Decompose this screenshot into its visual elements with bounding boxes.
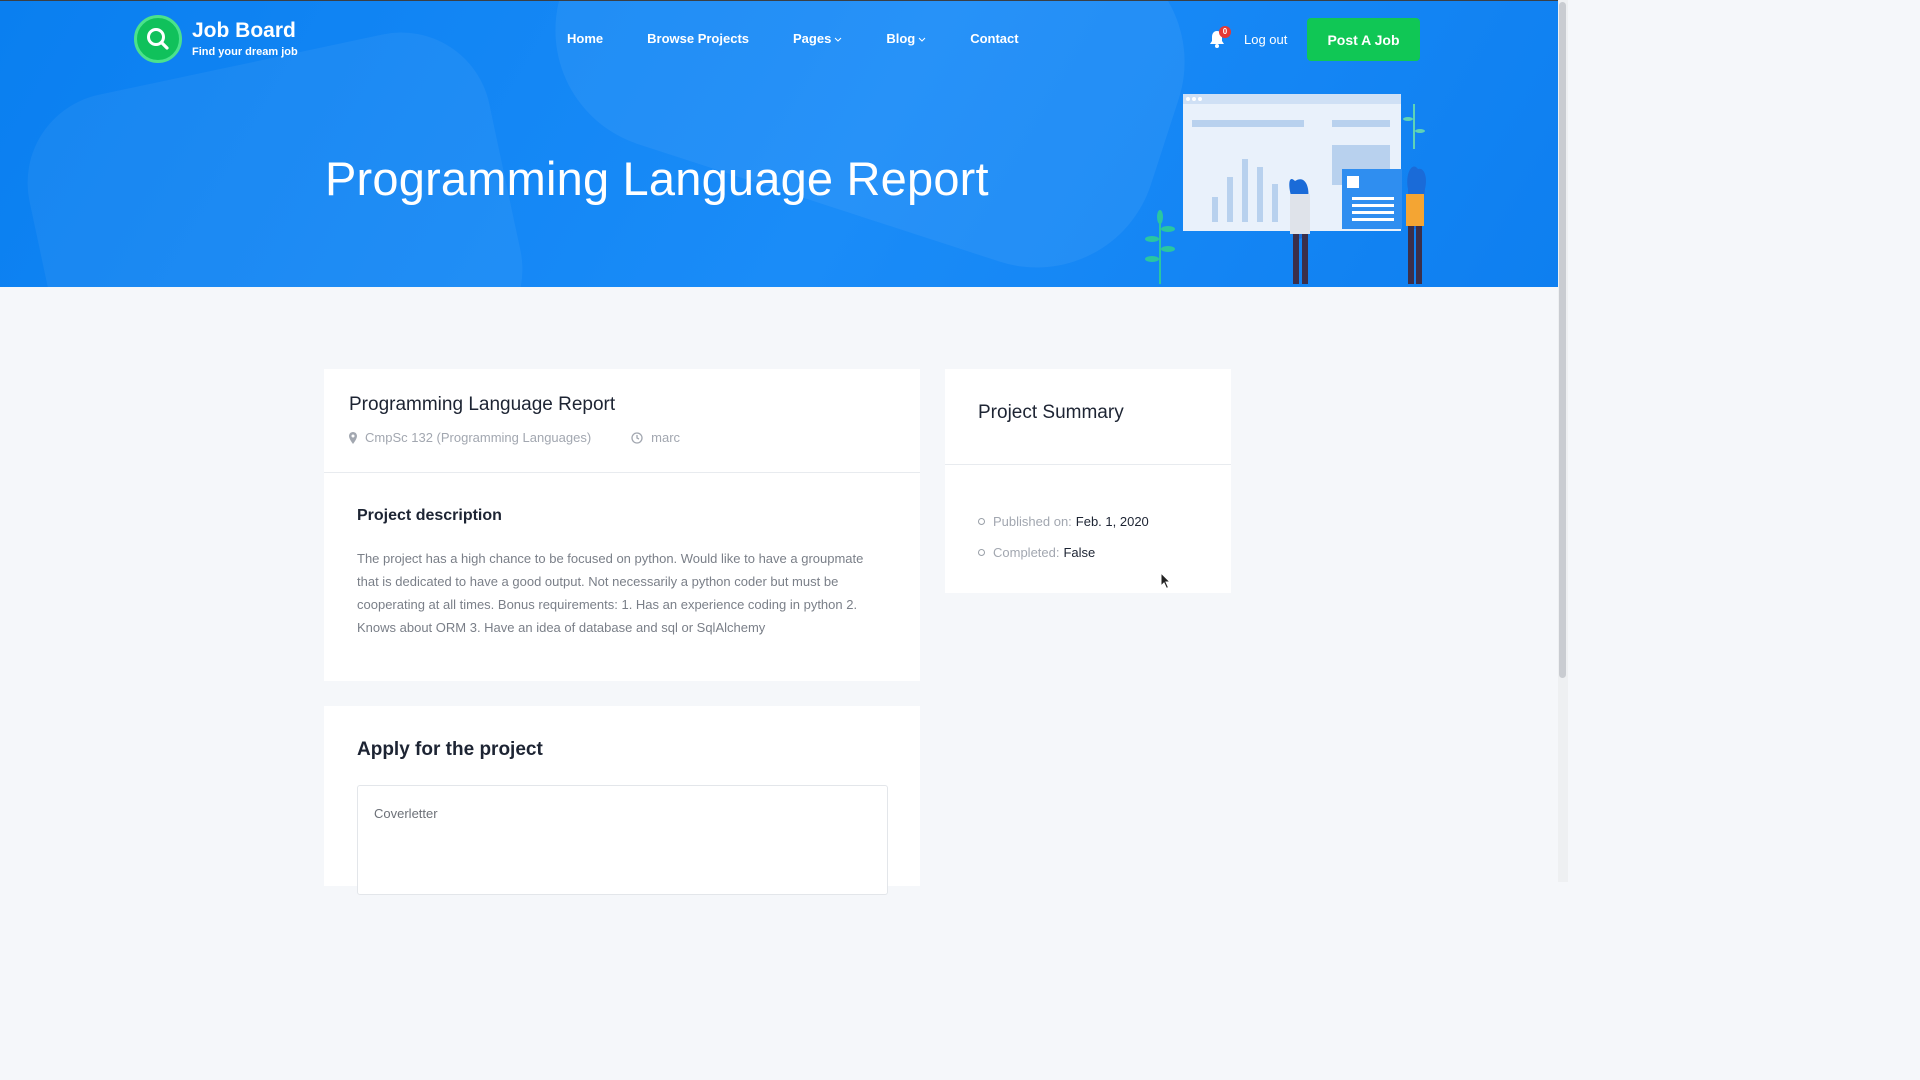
- main-nav: Home Browse Projects Pages Blog Contact: [567, 31, 1063, 46]
- apply-heading: Apply for the project: [357, 739, 543, 760]
- summary-heading: Project Summary: [978, 402, 1124, 423]
- apply-card: Apply for the project: [324, 706, 920, 895]
- coverletter-field[interactable]: [357, 785, 888, 895]
- map-pin-icon: [349, 431, 357, 444]
- nav-browse-projects[interactable]: Browse Projects: [647, 31, 749, 46]
- post-job-button[interactable]: Post A Job: [1307, 18, 1420, 61]
- clock-icon: [631, 431, 643, 444]
- project-title: Programming Language Report: [349, 394, 616, 415]
- project-description: The project has a high chance to be focu…: [357, 551, 864, 635]
- owner-text: marc: [651, 430, 681, 445]
- nav-home[interactable]: Home: [567, 31, 603, 46]
- nav-contact[interactable]: Contact: [970, 31, 1018, 46]
- brand-tagline: Find your dream job: [192, 46, 298, 58]
- summary-label: Published on:: [993, 514, 1072, 529]
- course-text: CmpSc 132 (Programming Languages): [365, 430, 592, 445]
- hero-banner: Job Board Find your dream job Home Brows…: [0, 0, 1558, 287]
- scrollbar-thumb[interactable]: [1559, 2, 1566, 678]
- summary-value: Feb. 1, 2020: [1075, 514, 1149, 529]
- logout-link[interactable]: Log out: [1244, 32, 1287, 47]
- dashboard-illustration: [1145, 94, 1427, 284]
- chevron-down-icon: [918, 31, 926, 46]
- summary-label: Completed:: [993, 545, 1060, 560]
- summary-item-completed: Completed: False: [978, 537, 1231, 568]
- brand-title: Job Board: [192, 19, 296, 42]
- description-heading: Project description: [357, 507, 502, 524]
- project-details-card: Programming Language Report CmpSc 132 (P…: [324, 369, 920, 681]
- search-icon: [134, 15, 182, 63]
- bullet-icon: [978, 518, 985, 525]
- chevron-down-icon: [834, 31, 842, 46]
- nav-blog[interactable]: Blog: [886, 31, 926, 46]
- summary-item-published: Published on: Feb. 1, 2020: [978, 506, 1231, 537]
- bullet-icon: [978, 549, 985, 556]
- project-summary-card: Project Summary Published on: Feb. 1, 20…: [945, 369, 1231, 593]
- site-logo[interactable]: Job Board Find your dream job: [134, 15, 298, 63]
- page-title: Programming Language Report: [325, 152, 989, 205]
- project-owner: marc: [631, 430, 680, 445]
- mouse-cursor-icon: [1160, 572, 1172, 590]
- project-course: CmpSc 132 (Programming Languages): [349, 430, 591, 445]
- summary-value: False: [1063, 545, 1096, 560]
- notification-badge: 0: [1219, 26, 1231, 38]
- nav-pages[interactable]: Pages: [793, 31, 842, 46]
